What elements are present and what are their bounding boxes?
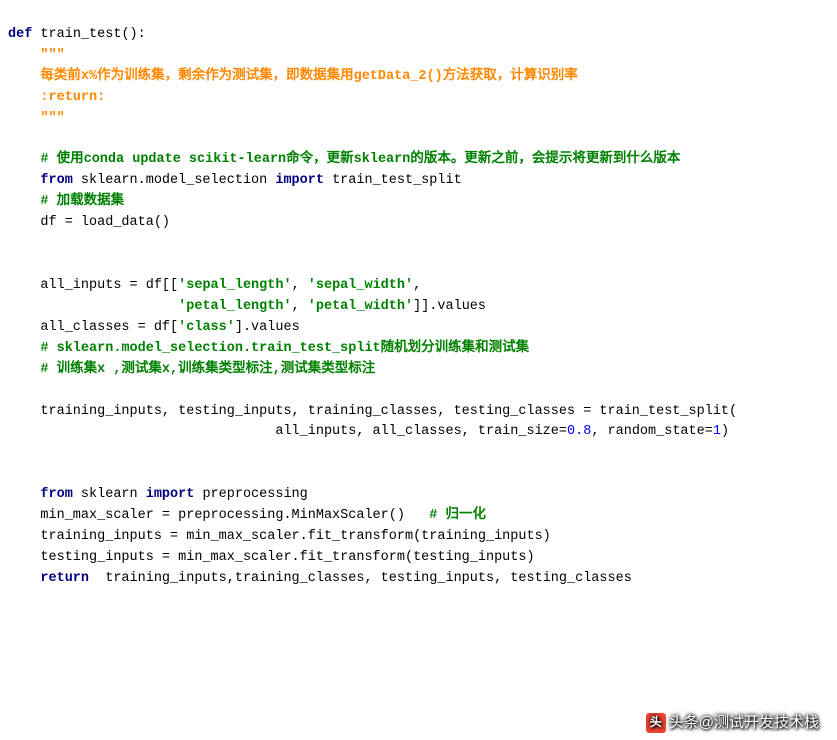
code-token: , xyxy=(292,278,308,293)
code-token: 'petal_width' xyxy=(308,299,413,314)
code-token: , xyxy=(413,278,421,293)
code-token: from xyxy=(40,173,72,188)
code-token xyxy=(8,487,40,502)
code-token xyxy=(8,48,40,63)
code-token: training_inputs,training_classes, testin… xyxy=(89,571,632,586)
code-token: ].values xyxy=(235,320,300,335)
code-block: def train_test(): """ 每类前x%作为训练集，剩余作为测试集… xyxy=(8,25,829,590)
code-token xyxy=(8,90,40,105)
code-token: min_max_scaler = preprocessing.MinMaxSca… xyxy=(8,508,429,523)
code-token xyxy=(8,341,40,356)
code-token: , xyxy=(292,299,308,314)
code-token: """ xyxy=(40,48,64,63)
code-token: 'petal_length' xyxy=(178,299,291,314)
code-token: 每类前x%作为训练集，剩余作为测试集，即数据集用getData_2()方法获取，… xyxy=(40,69,577,84)
code-token: all_inputs, all_classes, train_size= xyxy=(8,424,567,439)
code-token xyxy=(8,111,40,126)
code-token: return xyxy=(40,571,89,586)
code-token: # sklearn.model_selection.train_test_spl… xyxy=(40,341,529,356)
code-token: all_inputs = df[[ xyxy=(8,278,178,293)
code-token: preprocessing xyxy=(194,487,307,502)
code-token: train_test_split xyxy=(324,173,462,188)
code-token: testing_inputs = min_max_scaler.fit_tran… xyxy=(8,550,535,565)
code-token xyxy=(8,152,40,167)
code-token: import xyxy=(275,173,324,188)
code-token: , random_state= xyxy=(591,424,713,439)
code-token: 1 xyxy=(713,424,721,439)
code-token xyxy=(8,299,178,314)
code-token: sklearn xyxy=(73,487,146,502)
code-token: sklearn.model_selection xyxy=(73,173,276,188)
code-token: all_classes = df[ xyxy=(8,320,178,335)
code-token: train_test xyxy=(32,27,121,42)
code-token: training_inputs = min_max_scaler.fit_tra… xyxy=(8,529,551,544)
code-token xyxy=(8,571,40,586)
code-token: ) xyxy=(721,424,729,439)
code-token: 'sepal_length' xyxy=(178,278,291,293)
code-token xyxy=(8,362,40,377)
code-token xyxy=(8,194,40,209)
code-token: ]].values xyxy=(413,299,486,314)
code-token: (): xyxy=(121,27,145,42)
code-token: # 训练集x ,测试集x,训练集类型标注,测试集类型标注 xyxy=(40,362,375,377)
code-token: # 归一化 xyxy=(429,508,486,523)
code-token: def xyxy=(8,27,32,42)
code-token: from xyxy=(40,487,72,502)
code-token: df = load_data() xyxy=(8,215,170,230)
code-token: 'class' xyxy=(178,320,235,335)
code-token: import xyxy=(146,487,195,502)
watermark: 头 头条@测试开发技术栈 xyxy=(646,711,819,734)
code-token xyxy=(8,69,40,84)
code-token: 0.8 xyxy=(567,424,591,439)
watermark-text: 头条@测试开发技术栈 xyxy=(669,711,819,734)
code-token: # 使用conda update scikit-learn命令，更新sklear… xyxy=(40,152,680,167)
watermark-logo-icon: 头 xyxy=(646,713,666,733)
code-token: :return: xyxy=(40,90,105,105)
code-token: """ xyxy=(40,111,64,126)
code-token xyxy=(8,173,40,188)
code-token: 'sepal_width' xyxy=(308,278,413,293)
code-token: training_inputs, testing_inputs, trainin… xyxy=(8,404,737,419)
code-token: # 加载数据集 xyxy=(40,194,124,209)
